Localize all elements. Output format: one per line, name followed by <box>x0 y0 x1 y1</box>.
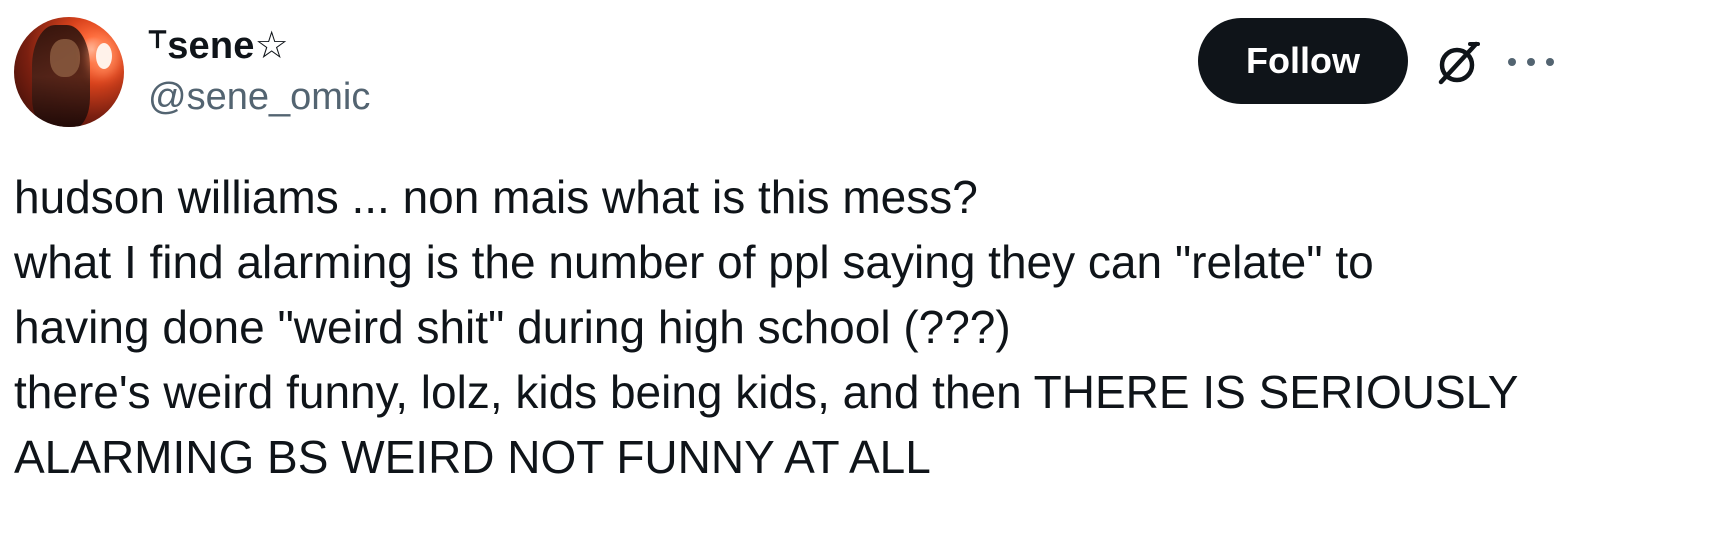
more-icon[interactable] <box>1508 50 1554 74</box>
more-dot <box>1546 58 1554 66</box>
tweet-text-line: hudson williams ... non mais what is thi… <box>14 171 978 223</box>
tweet-text-line: there's weird funny, lolz, kids being ki… <box>14 366 1519 418</box>
author-name-row[interactable]: ⸆sene☆ <box>148 20 289 68</box>
grok-icon[interactable] <box>1430 36 1484 90</box>
more-dot <box>1508 58 1516 66</box>
author-display-name[interactable]: ⸆sene☆ <box>148 18 289 70</box>
avatar-face <box>50 39 80 77</box>
grok-icon-svg <box>1438 41 1480 85</box>
more-dot <box>1527 58 1535 66</box>
author-handle[interactable]: @sene_omic <box>148 76 370 119</box>
tweet-text: hudson williams ... non mais what is thi… <box>14 165 1614 490</box>
tweet-card: ⸆sene☆ @sene_omic Follow hudson williams… <box>0 0 1726 536</box>
avatar-light <box>96 43 112 69</box>
follow-button[interactable]: Follow <box>1198 18 1408 104</box>
tweet-text-line: having done "weird shit" during high sch… <box>14 301 1011 353</box>
tweet-text-line: what I find alarming is the number of pp… <box>14 236 1374 288</box>
tweet-text-line: ALARMING BS WEIRD NOT FUNNY AT ALL <box>14 431 931 483</box>
avatar[interactable] <box>14 17 124 127</box>
